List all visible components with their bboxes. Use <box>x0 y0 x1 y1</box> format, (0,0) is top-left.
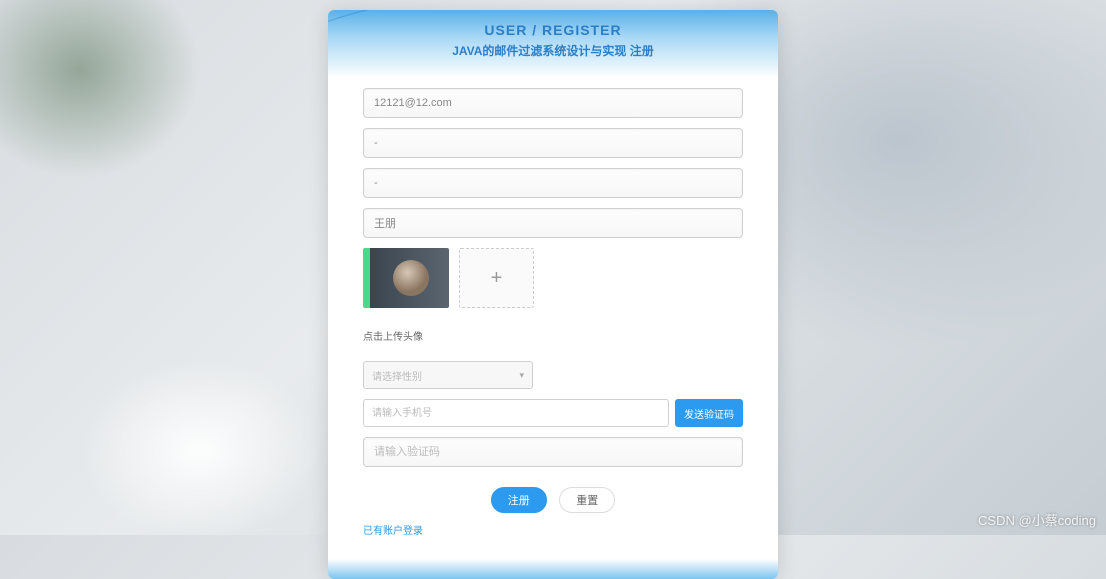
gender-select[interactable]: 请选择性别 ▾ <box>363 361 533 389</box>
realname-field[interactable] <box>363 208 743 238</box>
login-link[interactable]: 已有账户登录 <box>363 526 423 537</box>
phone-row: 发送验证码 <box>363 399 743 427</box>
gender-placeholder: 请选择性别 <box>372 368 422 383</box>
captcha-field[interactable] <box>363 437 743 467</box>
submit-button[interactable]: 注册 <box>491 487 547 513</box>
register-card: USER / REGISTER JAVA的邮件过滤系统设计与实现 注册 + 点击… <box>328 10 778 579</box>
avatar-preview[interactable] <box>363 248 449 308</box>
card-header: USER / REGISTER JAVA的邮件过滤系统设计与实现 注册 <box>328 10 778 78</box>
plus-icon: + <box>491 267 503 290</box>
page-subtitle: JAVA的邮件过滤系统设计与实现 注册 <box>328 42 778 59</box>
upload-add-box[interactable]: + <box>459 248 534 308</box>
reset-button[interactable]: 重置 <box>559 487 615 513</box>
action-buttons: 注册 重置 <box>363 487 743 513</box>
phone-field[interactable] <box>363 399 669 427</box>
chevron-down-icon: ▾ <box>519 370 524 381</box>
confirm-password-field[interactable] <box>363 168 743 198</box>
watermark-text: CSDN @小蔡coding <box>978 510 1096 529</box>
upload-hint-label: 点击上传头像 <box>363 328 743 343</box>
send-code-button[interactable]: 发送验证码 <box>675 399 743 427</box>
password-field[interactable] <box>363 128 743 158</box>
card-body: + 点击上传头像 请选择性别 ▾ ↖ 发送验证码 注册 重置 已有账户登录 <box>328 78 778 559</box>
avatar-upload-row: + <box>363 248 743 308</box>
page-title: USER / REGISTER <box>328 22 778 38</box>
email-field[interactable] <box>363 88 743 118</box>
footer-wave-decoration <box>328 559 778 579</box>
